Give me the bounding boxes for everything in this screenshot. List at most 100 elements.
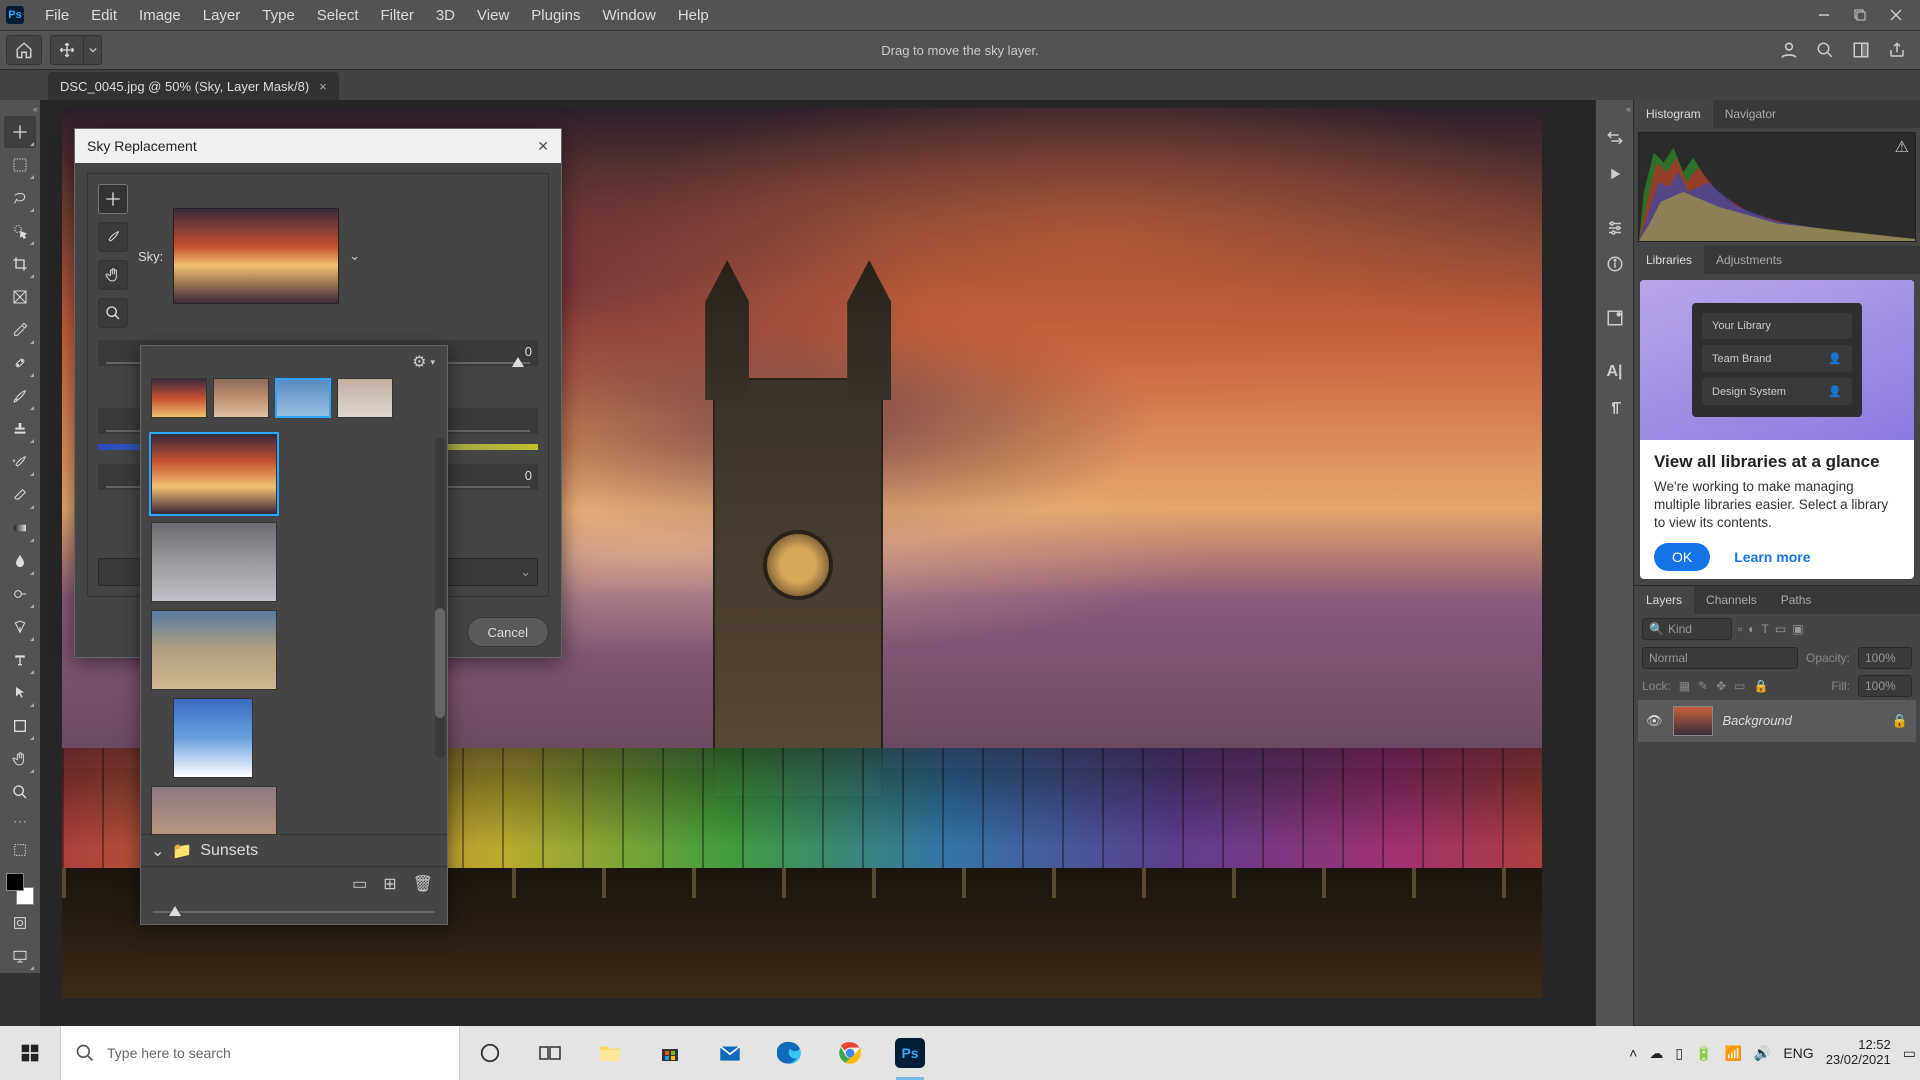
fill-value[interactable]: 100% [1858,675,1912,697]
dialog-close-icon[interactable]: ✕ [537,138,549,155]
window-minimize[interactable] [1806,3,1842,27]
filter-adjust-icon[interactable]: ◐ [1748,622,1755,636]
type-tool[interactable] [4,644,36,676]
close-tab-icon[interactable]: × [319,79,327,94]
sky-dropdown-icon[interactable]: ⌄ [349,248,363,264]
pen-tool[interactable] [4,611,36,643]
filter-image-icon[interactable]: ▫ [1738,622,1742,636]
meet-now-icon[interactable]: ▯ [1675,1045,1683,1062]
edit-toolbar[interactable] [4,834,36,866]
chrome-icon[interactable] [820,1026,880,1080]
fg-bg-colors[interactable] [4,871,36,907]
recent-sky-2[interactable] [213,378,269,418]
menu-filter[interactable]: Filter [370,7,425,24]
layer-item-background[interactable]: 👁 Background 🔒 [1638,700,1916,742]
delete-sky-icon[interactable]: 🗑 [413,874,433,894]
opacity-value[interactable]: 100% [1858,647,1912,669]
sky-scrollbar[interactable] [435,438,445,758]
stamp-tool[interactable] [4,413,36,445]
paragraph-icon[interactable] [1601,394,1629,422]
filter-smart-icon[interactable]: ▣ [1792,622,1803,636]
photoshop-taskbar-icon[interactable]: Ps [880,1026,940,1080]
dodge-tool[interactable] [4,578,36,610]
tray-expand-icon[interactable]: ˄ [1629,1045,1637,1061]
path-select-tool[interactable] [4,677,36,709]
menu-view[interactable]: View [466,7,520,24]
blur-tool[interactable] [4,545,36,577]
share-icon[interactable] [1886,39,1908,61]
import-folder-icon[interactable]: ▭ [352,874,367,894]
sky-hand-tool[interactable] [98,260,128,290]
tab-channels[interactable]: Channels [1694,586,1769,614]
lock-all-icon[interactable]: 🔒 [1754,679,1769,693]
mail-icon[interactable] [700,1026,760,1080]
sky-brush-tool[interactable] [98,222,128,252]
menu-edit[interactable]: Edit [80,7,128,24]
tool-preset-dropdown[interactable] [84,35,102,65]
properties-icon[interactable] [1601,304,1629,332]
screen-mode[interactable] [4,940,36,972]
menu-file[interactable]: File [34,7,80,24]
menu-type[interactable]: Type [251,7,306,24]
tab-layers[interactable]: Layers [1634,586,1694,614]
store-icon[interactable] [640,1026,700,1080]
lock-pixels-icon[interactable]: ▦ [1679,679,1690,693]
tab-libraries[interactable]: Libraries [1634,246,1704,274]
menu-image[interactable]: Image [128,7,192,24]
document-tab[interactable]: DSC_0045.jpg @ 50% (Sky, Layer Mask/8) × [48,72,339,100]
notifications-icon[interactable]: ▭ [1903,1045,1916,1062]
wifi-icon[interactable]: 📶 [1724,1045,1741,1062]
frame-tool[interactable] [4,281,36,313]
lock-brush-icon[interactable]: ✎ [1698,679,1708,693]
libraries-learn-more-link[interactable]: Learn more [1734,549,1810,565]
move-tool[interactable] [4,116,36,148]
taskbar-clock[interactable]: 12:5223/02/2021 [1826,1038,1891,1068]
lasso-tool[interactable] [4,182,36,214]
thumbnail-size-slider[interactable] [141,900,447,924]
libraries-ok-button[interactable]: OK [1654,543,1710,571]
adjust-sliders-icon[interactable] [1601,214,1629,242]
menu-3d[interactable]: 3D [425,7,466,24]
battery-icon[interactable]: 🔋 [1695,1045,1712,1062]
play-icon[interactable] [1601,160,1629,188]
info-icon[interactable] [1601,250,1629,278]
recent-sky-3[interactable] [275,378,331,418]
new-sky-icon[interactable]: ⊞ [383,874,396,894]
onedrive-icon[interactable]: ☁ [1649,1045,1663,1062]
current-tool-move[interactable] [50,35,84,65]
sky-move-tool[interactable] [98,184,128,214]
gradient-tool[interactable] [4,512,36,544]
layer-filter-kind[interactable]: 🔍 Kind [1642,618,1732,640]
start-button[interactable] [0,1026,60,1080]
window-close[interactable] [1878,3,1914,27]
eyedropper-tool[interactable] [4,314,36,346]
history-brush-tool[interactable] [4,446,36,478]
home-button[interactable] [6,35,42,65]
zoom-tool[interactable] [4,776,36,808]
sky-folder-sunsets[interactable]: ⌄ 📁 Sunsets [141,834,447,866]
sky-option-overcast[interactable] [151,522,277,602]
dialog-titlebar[interactable]: Sky Replacement ✕ [75,129,561,163]
sky-option-sunset-1[interactable] [151,434,277,514]
menu-window[interactable]: Window [591,7,666,24]
swap-icon[interactable] [1601,124,1629,152]
lock-artboard-icon[interactable]: ▭ [1734,679,1745,693]
menu-help[interactable]: Help [667,7,720,24]
sky-zoom-tool[interactable] [98,298,128,328]
volume-icon[interactable]: 🔊 [1754,1045,1771,1062]
tab-navigator[interactable]: Navigator [1713,100,1788,128]
menu-select[interactable]: Select [306,7,370,24]
taskbar-search[interactable]: Type here to search [60,1026,460,1080]
character-icon[interactable]: A| [1601,358,1629,386]
lock-move-icon[interactable]: ✥ [1716,679,1726,693]
crop-tool[interactable] [4,248,36,280]
brush-tool[interactable] [4,380,36,412]
eraser-tool[interactable] [4,479,36,511]
cortana-icon[interactable] [460,1026,520,1080]
menu-layer[interactable]: Layer [192,7,252,24]
task-view-icon[interactable] [520,1026,580,1080]
cancel-button[interactable]: Cancel [467,617,549,647]
marquee-tool[interactable] [4,149,36,181]
recent-sky-1[interactable] [151,378,207,418]
recent-sky-4[interactable] [337,378,393,418]
